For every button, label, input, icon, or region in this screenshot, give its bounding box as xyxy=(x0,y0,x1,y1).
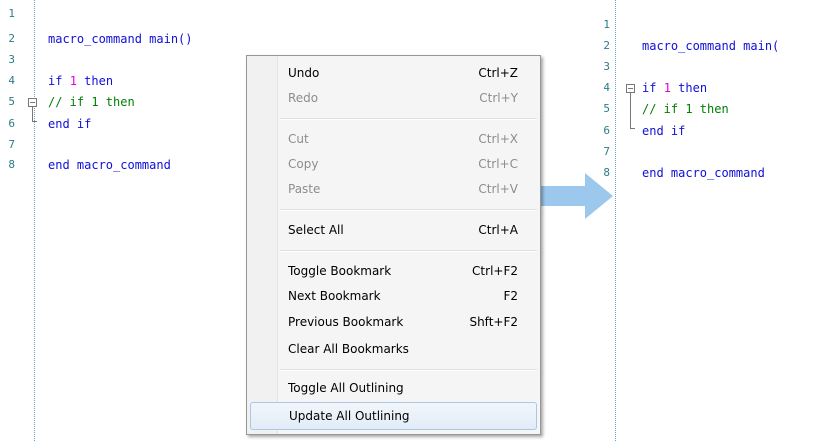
line-number: 3 xyxy=(603,60,610,73)
collapse-icon[interactable]: − xyxy=(626,84,635,93)
menu-separator xyxy=(280,369,537,371)
line-number: 4 xyxy=(603,81,610,94)
fold-guide-end xyxy=(630,128,635,129)
menu-item-label: Previous Bookmark xyxy=(288,315,404,329)
arrow-right-icon xyxy=(529,173,613,219)
keyword: then xyxy=(76,74,114,88)
line-number: 1 xyxy=(8,7,15,20)
menu-item-label: Select All xyxy=(288,223,344,237)
menu-item-label: Clear All Bookmarks xyxy=(288,342,409,356)
keyword: then xyxy=(670,81,708,95)
line-number: 5 xyxy=(603,102,610,115)
code-comment: // if 1 then xyxy=(642,102,729,116)
fold-guide xyxy=(630,93,631,129)
line-number: 2 xyxy=(8,32,15,45)
keyword: if xyxy=(642,81,664,95)
menu-item-copy[interactable]: Copy Ctrl+C xyxy=(278,152,537,176)
menu-item-update-all-outlining[interactable]: Update All Outlining xyxy=(250,402,537,430)
menu-item-cut[interactable]: Cut Ctrl+X xyxy=(278,127,537,151)
menu-item-label: Next Bookmark xyxy=(288,289,381,303)
number-literal: 1 xyxy=(69,74,77,88)
menu-item-select-all[interactable]: Select All Ctrl+A xyxy=(278,218,537,242)
menu-item-label: Update All Outlining xyxy=(289,409,410,423)
menu-item-shortcut: Ctrl+F2 xyxy=(472,264,518,278)
menu-item-toggle-all-outlining[interactable]: Toggle All Outlining xyxy=(278,376,537,400)
line-number: 5 xyxy=(8,95,15,108)
code-line: end macro_command xyxy=(48,158,171,172)
menu-icon-column xyxy=(247,56,278,434)
menu-item-label: Copy xyxy=(288,157,319,171)
collapse-icon[interactable]: − xyxy=(28,98,37,107)
menu-item-label: Cut xyxy=(288,132,309,146)
menu-separator xyxy=(280,209,537,211)
menu-item-clear-all-bookmarks[interactable]: Clear All Bookmarks xyxy=(278,337,537,361)
menu-item-undo[interactable]: Undo Ctrl+Z xyxy=(278,61,537,85)
menu-item-next-bookmark[interactable]: Next Bookmark F2 xyxy=(278,284,537,308)
code-line: end if xyxy=(48,117,92,131)
menu-item-redo[interactable]: Redo Ctrl+Y xyxy=(278,86,537,110)
menu-item-shortcut: Ctrl+V xyxy=(478,182,518,196)
left-gutter-border xyxy=(34,0,35,441)
line-number: 7 xyxy=(603,145,610,158)
line-number: 7 xyxy=(8,138,15,151)
menu-item-label: Toggle All Outlining xyxy=(288,381,404,395)
code-line: if 1 then xyxy=(48,74,113,88)
right-editor[interactable]: 1 2 3 4 5 6 7 8 macro_command main( if 1… xyxy=(596,0,835,441)
right-gutter-border xyxy=(615,0,616,441)
menu-item-shortcut: Ctrl+Y xyxy=(479,91,518,105)
line-number: 4 xyxy=(8,74,15,87)
menu-item-label: Toggle Bookmark xyxy=(288,264,392,278)
code-line: macro_command main() xyxy=(48,32,193,46)
menu-item-label: Paste xyxy=(288,182,321,196)
fold-guide-end xyxy=(32,121,37,122)
menu-separator xyxy=(280,118,537,120)
line-number: 1 xyxy=(603,18,610,31)
line-number: 8 xyxy=(8,158,15,171)
menu-item-paste[interactable]: Paste Ctrl+V xyxy=(278,177,537,201)
code-comment: // if 1 then xyxy=(48,95,135,109)
line-number: 2 xyxy=(603,39,610,52)
fold-guide xyxy=(32,107,33,122)
code-line: if 1 then xyxy=(642,81,707,95)
menu-item-shortcut: Ctrl+A xyxy=(478,223,518,237)
code-line: end macro_command xyxy=(642,166,765,180)
menu-item-previous-bookmark[interactable]: Previous Bookmark Shft+F2 xyxy=(278,310,537,334)
menu-item-toggle-bookmark[interactable]: Toggle Bookmark Ctrl+F2 xyxy=(278,259,537,283)
number-literal: 1 xyxy=(663,81,671,95)
code-line: macro_command main( xyxy=(642,39,780,53)
line-number: 6 xyxy=(603,124,610,137)
menu-item-shortcut: Ctrl+X xyxy=(478,132,518,146)
line-number: 6 xyxy=(8,117,15,130)
line-number: 3 xyxy=(8,53,15,66)
menu-separator xyxy=(280,250,537,252)
menu-item-shortcut: Shft+F2 xyxy=(469,315,518,329)
menu-item-shortcut: Ctrl+Z xyxy=(478,66,518,80)
menu-item-shortcut: F2 xyxy=(503,289,518,303)
keyword: if xyxy=(48,74,70,88)
context-menu: Undo Ctrl+Z Redo Ctrl+Y Cut Ctrl+X Copy … xyxy=(246,55,541,435)
menu-item-label: Redo xyxy=(288,91,319,105)
code-line: end if xyxy=(642,124,686,138)
menu-item-label: Undo xyxy=(288,66,320,80)
menu-item-shortcut: Ctrl+C xyxy=(478,157,518,171)
